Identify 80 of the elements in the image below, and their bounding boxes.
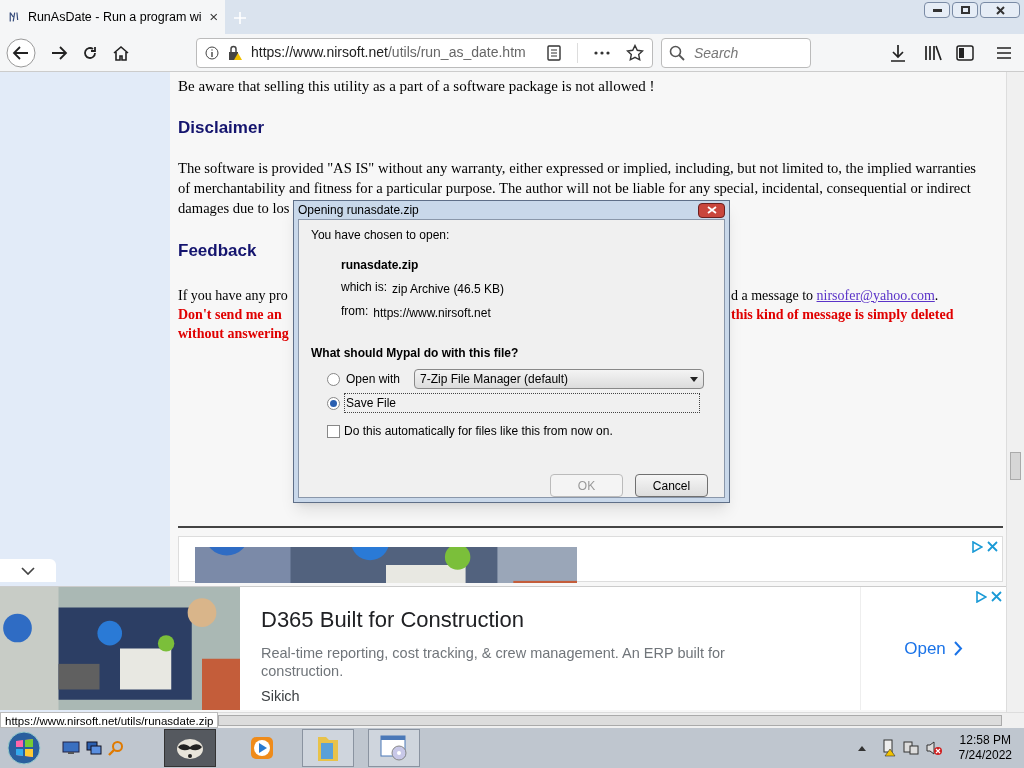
tab-title: RunAsDate - Run a program wi bbox=[27, 8, 202, 26]
paragraph-line: If you have any pro bbox=[178, 286, 288, 305]
radio-label[interactable]: Open with bbox=[344, 370, 410, 388]
paragraph-line: Don't send me an bbox=[178, 305, 282, 324]
ad-choices-icon[interactable] bbox=[975, 591, 987, 603]
media-player-icon bbox=[248, 734, 276, 762]
email-link[interactable]: nirsofer@yahoo.com bbox=[816, 287, 935, 303]
chevron-right-icon bbox=[953, 641, 963, 656]
radio-button[interactable] bbox=[327, 372, 340, 386]
menu-icon[interactable] bbox=[996, 45, 1012, 60]
start-button[interactable] bbox=[6, 730, 42, 766]
app-dropdown[interactable]: 7-Zip File Manager (default) bbox=[414, 369, 704, 389]
intro-text: You have chosen to open: bbox=[311, 227, 450, 244]
advertiser-name: Sikich bbox=[261, 687, 300, 706]
browser-tab[interactable]: RunAsDate - Run a program wi bbox=[0, 0, 225, 34]
back-icon[interactable] bbox=[6, 37, 36, 68]
paragraph-line: this kind of message is simply deleted bbox=[731, 305, 954, 324]
library-icon[interactable] bbox=[924, 44, 942, 61]
show-hidden-icon[interactable] bbox=[856, 744, 867, 752]
minimize-button[interactable] bbox=[924, 2, 950, 18]
detail-value: https://www.nirsoft.net bbox=[373, 305, 491, 322]
chevron-down-icon bbox=[21, 566, 35, 575]
restore-button[interactable] bbox=[952, 2, 978, 18]
close-icon bbox=[995, 5, 1005, 15]
star-icon[interactable] bbox=[626, 43, 644, 62]
ad-choices-icon[interactable] bbox=[971, 540, 983, 553]
info-icon[interactable] bbox=[205, 45, 219, 60]
home-icon[interactable] bbox=[112, 44, 130, 61]
detail-label: which is: bbox=[341, 279, 387, 296]
windows-icon[interactable] bbox=[86, 741, 102, 755]
notice-text: Be aware that selling this utility as a part of a software package is not allowed ! bbox=[178, 77, 656, 96]
checkbox[interactable] bbox=[327, 424, 340, 438]
close-window-button[interactable] bbox=[980, 2, 1020, 18]
desktop-icon[interactable] bbox=[62, 741, 80, 755]
url-text: https://www.nirsoft.net/utils/run_as_date.htm bbox=[251, 43, 527, 62]
paragraph-line: without answering bbox=[178, 324, 289, 343]
question-text: What should Mypal do with this file? bbox=[311, 345, 519, 362]
paragraph-line: The software is provided "AS IS" without any warranty, either expressed or implied, including, but not limited to, the implied warranties bbox=[178, 159, 977, 178]
clock-time[interactable]: 12:58 PM bbox=[959, 733, 1011, 748]
file-name: runasdate.zip bbox=[341, 257, 419, 274]
network-icon[interactable] bbox=[902, 740, 919, 756]
status-url: https://www.nirsoft.net/utils/runasdate.zip bbox=[0, 712, 219, 728]
close-icon bbox=[706, 206, 717, 214]
clock-date[interactable]: 7/24/2022 bbox=[958, 748, 1012, 763]
section-heading: Feedback bbox=[178, 240, 257, 262]
window-disc-icon bbox=[379, 734, 409, 762]
search-field[interactable]: Search bbox=[661, 37, 811, 68]
sidebar-icon[interactable] bbox=[956, 44, 974, 61]
address-bar[interactable]: https://www.nirsoft.net/utils/run_as_date.htm bbox=[196, 37, 653, 68]
ad-description: Real-time reporting, cost tracking, & crew management. An ERP built for construction. bbox=[261, 644, 726, 680]
checkbox-label[interactable]: Do this automatically for files like this from now on. bbox=[344, 422, 613, 440]
radio-button[interactable] bbox=[327, 396, 340, 410]
more-icon[interactable] bbox=[594, 50, 610, 55]
ad-headline[interactable]: D365 Built for Construction bbox=[261, 603, 524, 636]
reader-view-icon[interactable] bbox=[547, 44, 561, 61]
reload-icon[interactable] bbox=[82, 44, 98, 61]
download-icon[interactable] bbox=[890, 43, 906, 62]
paragraph-line: of merchantability and fitness for a particular purpose. The author will not be liable for any special, incidental, consequential or indirect bbox=[178, 179, 971, 198]
logo-icon bbox=[8, 9, 20, 25]
warning-icon[interactable] bbox=[880, 739, 897, 757]
close-icon[interactable] bbox=[209, 12, 217, 22]
close-button[interactable] bbox=[698, 202, 725, 218]
paragraph-line: d a message to nirsofer@yahoo.com. bbox=[731, 286, 939, 305]
detail-value: zip Archive (46.5 KB) bbox=[392, 281, 505, 298]
forward-icon[interactable] bbox=[50, 44, 68, 61]
radio-label[interactable]: Save File bbox=[344, 393, 700, 413]
taskbar-app[interactable] bbox=[164, 729, 216, 767]
vertical-scrollbar[interactable] bbox=[1006, 72, 1024, 712]
paragraph-line: damages due to los bbox=[178, 199, 290, 218]
search-icon bbox=[669, 44, 685, 61]
dialog-title: Opening runasdate.zip bbox=[298, 202, 419, 219]
open-button[interactable]: Open bbox=[904, 635, 963, 662]
horizontal-scrollbar[interactable] bbox=[218, 712, 1024, 728]
dropdown-arrow-icon bbox=[690, 376, 698, 382]
lock-warning-icon bbox=[227, 44, 243, 61]
section-heading: Disclaimer bbox=[178, 116, 264, 139]
dialog-button[interactable]: Cancel bbox=[635, 474, 708, 497]
detail-label: from: bbox=[341, 303, 369, 320]
collapse-tab[interactable] bbox=[0, 559, 56, 582]
volume-muted-icon[interactable] bbox=[924, 740, 943, 756]
